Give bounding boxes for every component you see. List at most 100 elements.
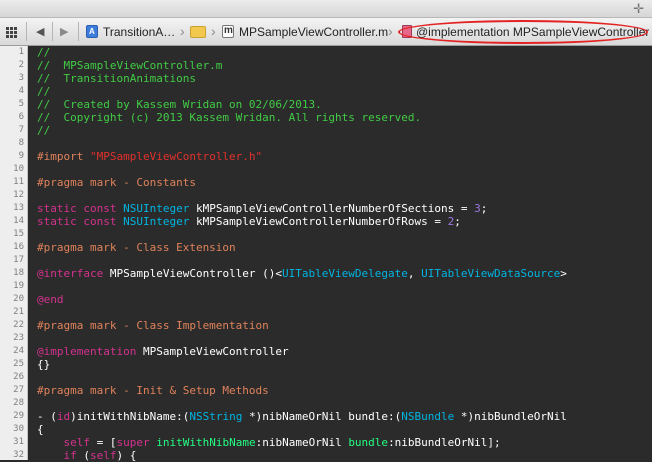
line-number: 22 — [13, 320, 24, 330]
line-number: 27 — [13, 385, 24, 395]
code-line: - (id)initWithNibName:(NSString *)nibNam… — [37, 410, 567, 423]
source-editor[interactable]: 1 2 3 4 5 6 7 8 9 10 11 12 13 14 15 16 1… — [0, 46, 652, 462]
code-line: {} — [37, 358, 51, 371]
code-area[interactable]: // // MPSampleViewController.m // Transi… — [28, 46, 652, 462]
line-number: 21 — [13, 307, 24, 317]
line-number: 29 — [13, 411, 24, 421]
line-number: 10 — [13, 164, 24, 174]
identifier: MPSampleViewController — [136, 345, 289, 358]
breadcrumb-folder[interactable] — [190, 18, 206, 45]
keyword: @implementation — [37, 345, 137, 358]
punctuation: , — [407, 267, 422, 280]
code-line: // Created by Kassem Wridan on 02/06/201… — [37, 98, 322, 111]
line-number: 7 — [18, 125, 24, 135]
keyword: self — [90, 449, 117, 462]
code-line: #pragma mark - Init & Setup Methods — [37, 384, 269, 397]
line-number: 32 — [13, 450, 24, 460]
type-name: UITableViewDelegate — [282, 267, 408, 280]
keyword: super — [116, 436, 150, 449]
line-number: 20 — [13, 294, 24, 304]
identifier: kMPSampleViewControllerNumberOfSections … — [189, 202, 475, 215]
keyword: self — [63, 436, 91, 449]
identifier: MPSampleViewController ()< — [103, 267, 283, 280]
line-number: 28 — [13, 398, 24, 408]
tab-strip: ✛ — [0, 0, 652, 18]
code-line: #pragma mark - Class Extension — [37, 241, 236, 254]
line-number: 1 — [18, 47, 24, 57]
forward-arrow-icon: ▶ — [60, 26, 69, 38]
punctuation: ( — [76, 449, 90, 462]
code-line: // — [37, 85, 51, 98]
line-number: 14 — [13, 216, 24, 226]
code-line: static const NSUInteger kMPSampleViewCon… — [37, 202, 487, 215]
related-items-button[interactable] — [6, 18, 18, 45]
keyword: static const — [37, 202, 124, 215]
keyword: static const — [37, 215, 124, 228]
forward-button[interactable]: ▶ — [60, 18, 68, 45]
line-number: 11 — [13, 177, 24, 187]
line-number: 9 — [18, 151, 24, 161]
add-tab-icon[interactable]: ✛ — [633, 0, 644, 17]
string-literal: "MPSampleViewController.h" — [89, 150, 263, 163]
method-name: initWithNibName — [156, 436, 256, 449]
breadcrumb-project[interactable]: TransitionA… — [86, 18, 175, 45]
code-line: // — [37, 124, 51, 137]
breadcrumb-symbol-label: @implementation MPSampleViewController — [416, 24, 650, 39]
type-name: NSString — [189, 410, 243, 423]
identifier: :nibBundleOrNil]; — [388, 436, 501, 449]
code-line: self = [super initWithNibName:nibNameOrN… — [37, 436, 501, 449]
code-line: if (self) { — [37, 449, 137, 462]
code-line: // MPSampleViewController.m — [37, 59, 223, 72]
line-number: 13 — [13, 203, 24, 213]
code-line: { — [37, 423, 44, 436]
divider — [78, 22, 79, 41]
code-line: // — [37, 46, 51, 59]
line-number: 26 — [13, 372, 24, 382]
line-number: 25 — [13, 359, 24, 369]
punctuation: = [ — [90, 436, 117, 449]
code-line: @end — [37, 293, 64, 306]
punctuation: > — [560, 267, 567, 280]
line-number: 8 — [18, 138, 24, 148]
punctuation: ; — [480, 202, 488, 215]
back-button[interactable]: ◀ — [36, 18, 44, 45]
code-line: #pragma mark - Class Implementation — [37, 319, 269, 332]
identifier: )initWithNibName:( — [70, 410, 190, 423]
breadcrumb-symbol[interactable]: @implementation MPSampleViewController — [402, 18, 649, 45]
jump-bar: ◀ ▶ TransitionA… › › MPSampleViewControl… — [0, 18, 652, 46]
folder-icon — [190, 25, 206, 38]
line-number: 19 — [13, 281, 24, 291]
punctuation: ; — [454, 215, 461, 228]
objc-file-icon — [222, 25, 234, 38]
identifier: kMPSampleViewControllerNumberOfRows = — [189, 215, 448, 228]
line-number: 4 — [18, 86, 24, 96]
identifier: :nibNameOrNil — [255, 436, 349, 449]
breadcrumb-file[interactable]: MPSampleViewController.m — [222, 18, 388, 45]
number-literal: 3 — [474, 202, 481, 215]
type-name: UITableViewDataSource — [421, 267, 561, 280]
breadcrumb-file-label: MPSampleViewController.m — [239, 24, 389, 39]
type-name: NSUInteger — [123, 202, 190, 215]
code-line: // TransitionAnimations — [37, 72, 196, 85]
identifier: *)nibNameOrNil bundle:( — [242, 410, 402, 423]
line-number: 24 — [13, 346, 24, 356]
divider — [26, 22, 27, 41]
line-number: 6 — [18, 112, 24, 122]
code-line: #pragma mark - Constants — [37, 176, 196, 189]
identifier: *)nibBundleOrNil — [454, 410, 567, 423]
divider — [52, 22, 53, 41]
type-name: NSUInteger — [123, 215, 190, 228]
line-number: 12 — [13, 190, 24, 200]
implementation-icon — [402, 25, 412, 38]
line-number: 3 — [18, 73, 24, 83]
method-name: bundle — [348, 436, 389, 449]
chevron-right-icon: › — [388, 23, 393, 39]
type-name: NSBundle — [401, 410, 455, 423]
line-number: 23 — [13, 333, 24, 343]
keyword: @interface — [37, 267, 104, 280]
punctuation: - ( — [37, 410, 57, 423]
code-line: // Copyright (c) 2013 Kassem Wridan. All… — [37, 111, 422, 124]
grid-icon — [6, 26, 18, 38]
import-directive: #import — [37, 150, 90, 163]
chevron-right-icon: › — [180, 23, 185, 39]
